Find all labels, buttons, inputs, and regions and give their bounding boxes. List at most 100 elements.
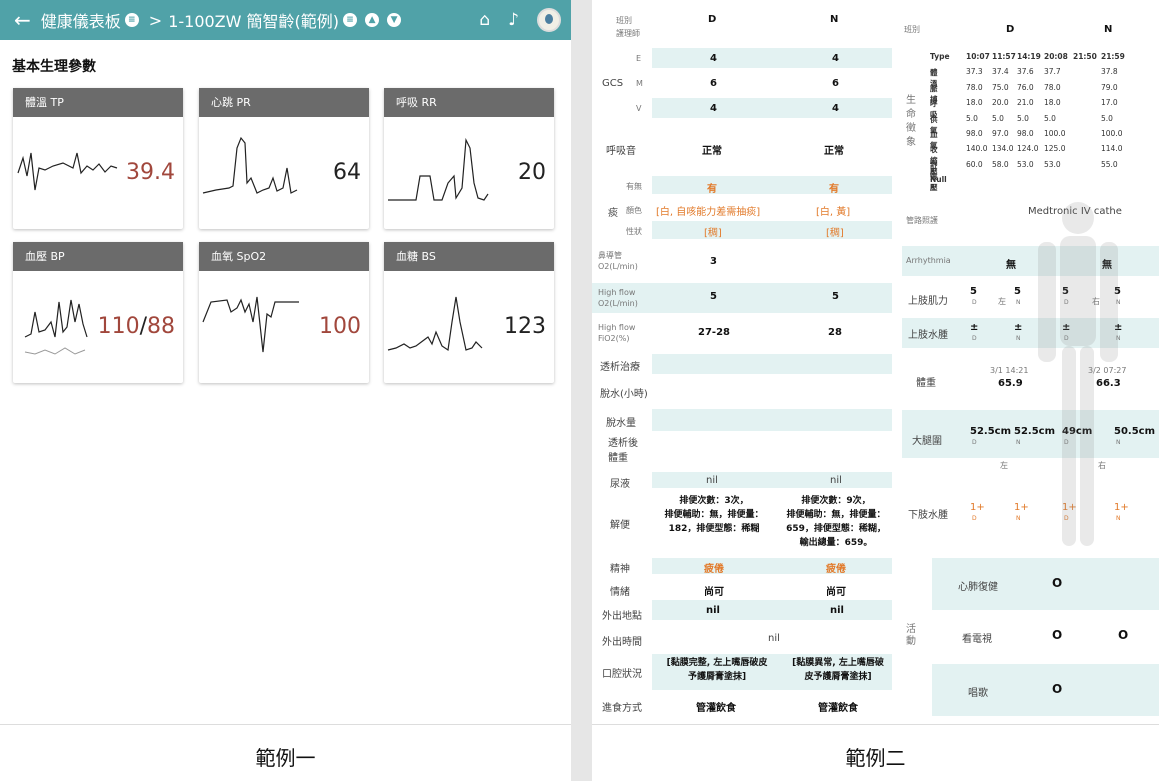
home-icon[interactable]: ⌂ [479, 10, 490, 30]
vitals-cell: 37.4 [992, 67, 1009, 77]
act-cardio-label: 心肺復健 [958, 582, 998, 593]
feeding-label: 進食方式 [602, 703, 642, 714]
upper-edema-label: 上肢水腫 [908, 330, 948, 341]
mood-n: 尚可 [826, 587, 846, 598]
avatar[interactable] [537, 8, 561, 32]
vital-card-temperature[interactable]: 體溫 TP 39.4 [13, 88, 183, 229]
diastolic-value: 88 [147, 314, 175, 339]
arrhythmia-label: Arrhythmia [906, 256, 951, 265]
list-icon[interactable]: ≡ [124, 13, 139, 27]
blood-sugar-waveform [387, 296, 483, 352]
oral-n: [黏膜異常, 左上嘴唇破 皮予護脣膏塗抹] [792, 658, 884, 682]
caption-example-one: 範例一 [255, 746, 316, 770]
out-time-label: 外出時間 [602, 637, 642, 648]
vitals-header-cell: 11:57 [992, 52, 1016, 61]
vitals-cell: 21.0 [1017, 98, 1034, 108]
gcs-v-d: 4 [710, 103, 717, 114]
thigh-left: 左 [1000, 461, 1008, 470]
feeding-n: 管灌飲食 [818, 703, 858, 714]
upper-power-left: 左 [998, 297, 1006, 306]
next-patient-icon[interactable]: ▼ [387, 13, 402, 27]
back-arrow-icon[interactable]: ← [14, 8, 31, 32]
urine-label: 尿液 [610, 479, 630, 490]
act-tv-label: 看電視 [962, 634, 992, 645]
hf-o2-label: High flow O2(L/min) [598, 288, 638, 308]
vital-card-spo2[interactable]: 血氧 SpO2 100 [199, 242, 369, 383]
post-weight-label: 透析後 體重 [608, 438, 638, 464]
vital-card-blood-sugar[interactable]: 血糖 BS 123 [384, 242, 554, 383]
shift-label-right: 班別 [904, 25, 920, 34]
hf-o2-d: 5 [710, 291, 717, 302]
caption-example-two: 範例二 [845, 746, 906, 770]
previous-patient-icon[interactable]: ▲ [365, 13, 380, 27]
vitals-cell: 140.0 [966, 144, 988, 154]
lower-edema-label: 下肢水腫 [908, 510, 948, 521]
lower-edema-sub: D [972, 515, 977, 522]
gcs-label: GCS [602, 78, 624, 89]
vitals-cell: 97.0 [992, 129, 1009, 138]
nasal-o2-d: 3 [710, 256, 717, 267]
arrhythmia-d: 無 [1006, 260, 1016, 271]
example-two-panel: 班別 護理師 D N GCS E 4 4 M 6 6 V 4 4 呼吸音 正常 … [592, 0, 1159, 781]
vitals-cell: 98.0 [1017, 129, 1034, 138]
dashboard-title: 健康儀表板 [40, 12, 121, 31]
vitals-cell: 53.0 [1044, 159, 1061, 169]
pulse-value: 64 [333, 160, 361, 185]
tube-label: 管路照護 [906, 216, 938, 225]
oral-label: 口腔狀況 [602, 669, 642, 680]
vitals-cell: 76.0 [1017, 82, 1034, 92]
mood-label: 情緒 [610, 587, 630, 598]
body-silhouette [1038, 202, 1118, 546]
bell-icon[interactable]: ♪ [508, 10, 519, 30]
vitals-cell: 125.0 [1044, 144, 1066, 154]
vitals-cell: 37.8 [1101, 67, 1118, 77]
gcs-v-label: V [636, 104, 642, 113]
vitals-cell: 75.0 [992, 82, 1009, 92]
temperature-value: 39.4 [126, 160, 175, 185]
upper-edema-value: ± [1014, 322, 1023, 333]
stool-label: 解便 [610, 520, 630, 531]
vitals-cell: 100.0 [1044, 129, 1066, 138]
vitals-header-cell: 10:07 [966, 52, 990, 61]
sputum-texture-n: [稠] [826, 228, 844, 239]
upper-power-sub: N [1016, 299, 1021, 306]
activity-label: 活 動 [906, 624, 916, 647]
out-place-d: nil [706, 605, 720, 616]
patient-name[interactable]: 1-100ZW 簡智齡(範例) [168, 8, 339, 32]
pulse-waveform [202, 136, 298, 194]
vital-card-pulse[interactable]: 心跳 PR 64 [199, 88, 369, 229]
upper-power-label: 上肢肌力 [908, 296, 948, 307]
patient-list-icon[interactable]: ≡ [343, 13, 358, 27]
vitals-header-cell: Type [930, 52, 950, 61]
hf-fio2-d: 27-28 [698, 327, 730, 338]
out-time-value: nil [768, 633, 780, 644]
temperature-waveform [17, 152, 118, 191]
hf-o2-n: 5 [832, 291, 839, 302]
act-tv-d: O [1052, 628, 1063, 642]
lower-edema-value: 1+ [970, 502, 985, 513]
vitals-cell: 37.7 [1044, 67, 1061, 77]
act-sing-d: O [1052, 682, 1063, 696]
card-title: 血糖 BS [384, 242, 554, 271]
vitals-header-cell: 21:50 [1073, 52, 1097, 61]
vitals-cell: 5.0 [992, 113, 1004, 123]
respiration-waveform [388, 137, 489, 201]
act-sing-label: 唱歌 [968, 688, 988, 699]
upper-power-value: 5 [1014, 286, 1021, 297]
gcs-m-n: 6 [832, 78, 839, 89]
weight-label: 體重 [916, 378, 936, 389]
section-title: 基本生理參數 [12, 59, 96, 75]
urine-d: nil [706, 475, 718, 486]
systolic-value: 110 [97, 314, 140, 339]
vital-card-blood-pressure[interactable]: 血壓 BP 110/88 [13, 242, 183, 383]
divider [0, 724, 571, 725]
vitals-cell: 37.6 [1017, 67, 1034, 77]
upper-power-sub: D [972, 299, 977, 306]
out-place-label: 外出地點 [602, 611, 642, 622]
respiration-value: 20 [518, 160, 546, 185]
app-header: ← 健康儀表板 ≡ > 1-100ZW 簡智齡(範例) ≡ ▲ ▼ ⌂ ♪ [0, 0, 571, 40]
vital-card-respiration[interactable]: 呼吸 RR 20 [384, 88, 554, 229]
breadcrumb-separator: > [148, 10, 163, 30]
shift-n-right: N [1104, 24, 1113, 35]
vitals-cell: 100.0 [1101, 129, 1123, 138]
